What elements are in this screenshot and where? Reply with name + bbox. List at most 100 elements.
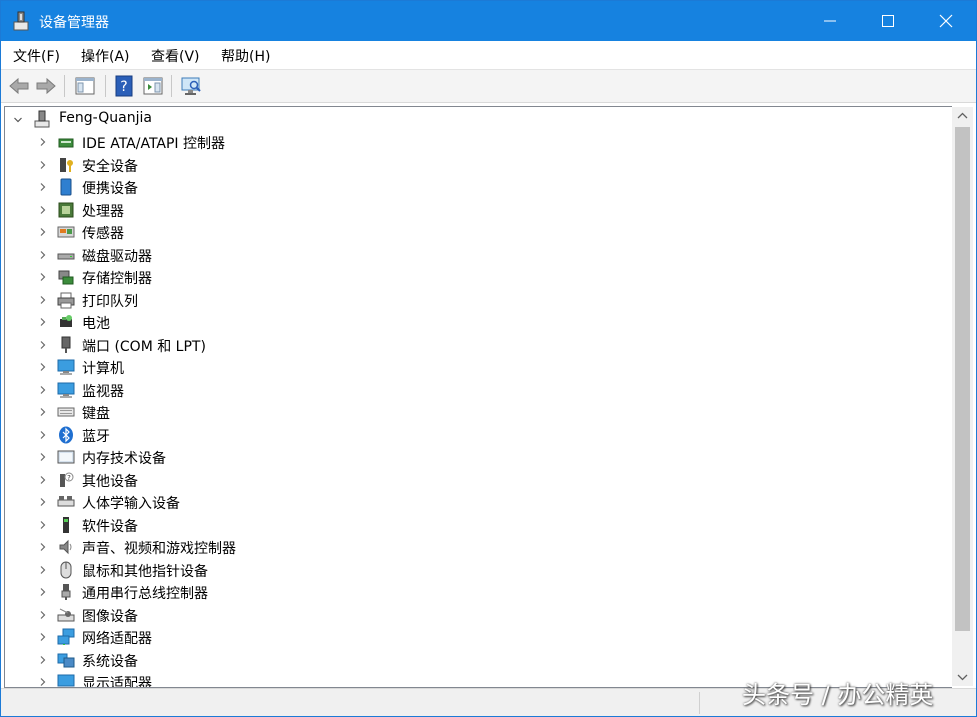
tree-item[interactable]: 电池 [5,311,952,333]
port-icon [57,336,75,354]
menu-view[interactable]: 查看(V) [151,46,200,66]
close-icon [939,14,953,28]
chevron-right-icon[interactable] [38,205,48,215]
tree-item-label: 内存技术设备 [82,448,166,468]
chevron-right-icon[interactable] [38,317,48,327]
chevron-right-icon[interactable] [38,362,48,372]
status-separator [699,692,700,714]
ide-controller-icon [57,133,75,151]
disk-drive-icon [57,246,75,264]
hid-icon [57,493,75,511]
menu-action[interactable]: 操作(A) [81,46,130,66]
forward-button[interactable] [34,74,58,98]
tree-item[interactable]: ?其他设备 [5,469,952,491]
tree-item-label: 蓝牙 [82,426,110,446]
tree-item[interactable]: 通用串行总线控制器 [5,581,952,603]
maximize-button[interactable] [859,1,917,41]
chevron-right-icon[interactable] [38,497,48,507]
chevron-right-icon[interactable] [38,475,48,485]
tree-item[interactable]: 人体学输入设备 [5,491,952,513]
tree-item[interactable]: 鼠标和其他指针设备 [5,559,952,581]
tree-item-label: 电池 [82,313,110,333]
tree-item[interactable]: 处理器 [5,199,952,221]
toolbar-separator [105,75,106,97]
chevron-right-icon[interactable] [38,160,48,170]
tree-item-label: 端口 (COM 和 LPT) [82,336,206,356]
tree-item-label: 人体学输入设备 [82,493,180,513]
chevron-right-icon[interactable] [38,587,48,597]
tree-item-label: 打印队列 [82,291,138,311]
tree-item-label: 网络适配器 [82,628,152,648]
tree-item[interactable]: 蓝牙 [5,424,952,446]
chevron-up-icon [952,107,973,125]
chevron-right-icon[interactable] [38,430,48,440]
imaging-device-icon [57,606,75,624]
minimize-button[interactable] [801,1,859,41]
show-hide-console-tree-button[interactable] [73,74,97,98]
tree-root-computer[interactable]: Feng-Quanjia [5,107,952,131]
security-device-icon [57,156,75,174]
storage-controller-icon [57,268,75,286]
action-pane-button[interactable] [141,74,165,98]
tree-item[interactable]: 软件设备 [5,514,952,536]
chevron-right-icon[interactable] [38,407,48,417]
tree-item-label: 存储控制器 [82,268,152,288]
chevron-right-icon[interactable] [38,452,48,462]
tree-item[interactable]: 磁盘驱动器 [5,244,952,266]
back-button[interactable] [7,74,31,98]
menu-help[interactable]: 帮助(H) [221,46,270,66]
chevron-right-icon[interactable] [38,340,48,350]
mouse-icon [57,561,75,579]
vertical-scrollbar[interactable] [952,107,973,686]
tree-item[interactable]: 内存技术设备 [5,446,952,468]
device-manager-icon [11,10,31,32]
tree-item[interactable]: 端口 (COM 和 LPT) [5,334,952,356]
chevron-right-icon[interactable] [38,227,48,237]
tree-item[interactable]: 便携设备 [5,176,952,198]
device-tree[interactable]: Feng-Quanjia IDE ATA/ATAPI 控制器安全设备便携设备处理… [4,106,952,688]
menu-file[interactable]: 文件(F) [13,46,60,66]
tree-item[interactable]: 图像设备 [5,604,952,626]
chevron-down-icon[interactable] [13,115,23,125]
chevron-right-icon[interactable] [38,655,48,665]
tree-item[interactable]: 网络适配器 [5,626,952,648]
tree-item-label: 便携设备 [82,178,138,198]
tree-item[interactable]: 监视器 [5,379,952,401]
tree-item[interactable]: 键盘 [5,401,952,423]
scan-hardware-button[interactable] [179,74,203,98]
tree-item-label: 图像设备 [82,606,138,626]
tree-item[interactable]: 传感器 [5,221,952,243]
tree-item[interactable]: 存储控制器 [5,266,952,288]
help-button[interactable]: ? [112,74,136,98]
chevron-right-icon[interactable] [38,182,48,192]
chevron-right-icon[interactable] [38,565,48,575]
chevron-right-icon[interactable] [38,137,48,147]
tree-item[interactable]: IDE ATA/ATAPI 控制器 [5,131,952,153]
chevron-right-icon[interactable] [38,610,48,620]
chevron-right-icon[interactable] [38,385,48,395]
chevron-right-icon[interactable] [38,632,48,642]
tree-item[interactable]: 安全设备 [5,154,952,176]
tree-item[interactable]: 系统设备 [5,649,952,671]
tree-item-label: 磁盘驱动器 [82,246,152,266]
chevron-right-icon[interactable] [38,295,48,305]
tree-item[interactable]: 声音、视频和游戏控制器 [5,536,952,558]
action-pane-icon [141,74,165,98]
scroll-up-button[interactable] [952,107,973,125]
chevron-right-icon[interactable] [38,272,48,282]
tree-item[interactable]: 打印队列 [5,289,952,311]
chevron-right-icon[interactable] [38,542,48,552]
back-arrow-icon [7,74,31,98]
scroll-thumb[interactable] [955,127,970,631]
tree-item[interactable]: 计算机 [5,356,952,378]
close-button[interactable] [917,1,975,41]
chevron-right-icon[interactable] [38,250,48,260]
scroll-down-button[interactable] [952,668,973,686]
chevron-right-icon[interactable] [38,677,48,687]
tree-item-label: IDE ATA/ATAPI 控制器 [82,133,225,153]
toolbar-separator [171,75,172,97]
tree-item-label: 监视器 [82,381,124,401]
keyboard-icon [57,403,75,421]
chevron-right-icon[interactable] [38,520,48,530]
title-bar[interactable]: 设备管理器 [1,1,976,41]
